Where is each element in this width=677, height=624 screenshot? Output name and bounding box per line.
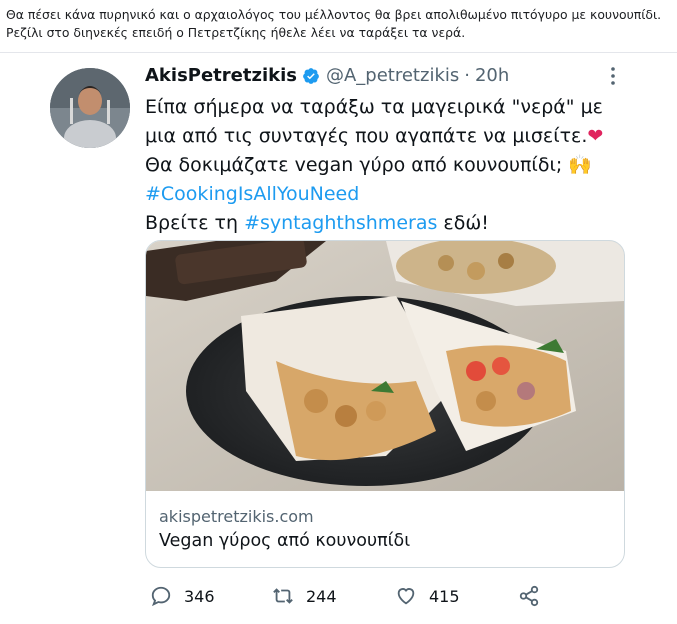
like-button[interactable]: 415 [395,585,460,607]
red-heart-emoji: ❤ [587,125,604,147]
display-name[interactable]: AkisPetretzikis [145,65,297,86]
reply-icon [151,586,171,607]
card-image [146,241,624,491]
post-caption: Θα πέσει κάνα πυρηνικό και ο αρχαιολόγος… [6,7,662,40]
more-options-icon[interactable] [603,65,623,87]
card-domain: akispetretzikis.com [159,507,314,526]
like-count: 415 [429,586,460,606]
hashtag-cooking[interactable]: #CookingIsAllYouNeed [145,183,359,205]
share-button[interactable] [518,585,552,607]
embedded-tweet[interactable]: AkisPetretzikis @A_petretzikis · 20h Είπ… [0,53,677,624]
tweet-header: AkisPetretzikis @A_petretzikis · 20h [145,65,509,86]
tweet-line-3-prefix: Βρείτε τη [145,212,239,234]
retweet-button[interactable]: 244 [272,585,337,607]
retweet-icon [273,588,293,604]
raised-hands-emoji: 🙌 [568,154,593,176]
separator-dot: · [464,65,470,86]
retweet-count: 244 [306,586,337,606]
verified-badge-icon [303,67,319,84]
link-card[interactable]: akispetretzikis.com Vegan γύρος από κουν… [145,240,625,568]
heart-icon [397,588,415,605]
tweet-line-3-suffix: εδώ! [443,212,489,234]
hashtag-syntagh[interactable]: #syntaghthshmeras [244,212,437,234]
card-title: Vegan γύρος από κουνουπίδι [159,531,411,551]
reply-button[interactable]: 346 [150,585,215,607]
avatar[interactable] [50,68,130,148]
avatar-image [50,68,130,148]
handle[interactable]: @A_petretzikis [326,65,459,86]
reply-count: 346 [184,586,215,606]
tweet-text: Είπα σήμερα να ταράξω τα μαγειρικά "νερά… [145,93,625,238]
tweet-line-2: Θα δοκιμάζατε vegan γύρο από κουνουπίδι; [145,154,563,176]
tweet-line-1: Είπα σήμερα να ταράξω τα μαγειρικά "νερά… [145,96,603,147]
timestamp[interactable]: 20h [475,65,509,86]
share-icon [519,585,539,607]
